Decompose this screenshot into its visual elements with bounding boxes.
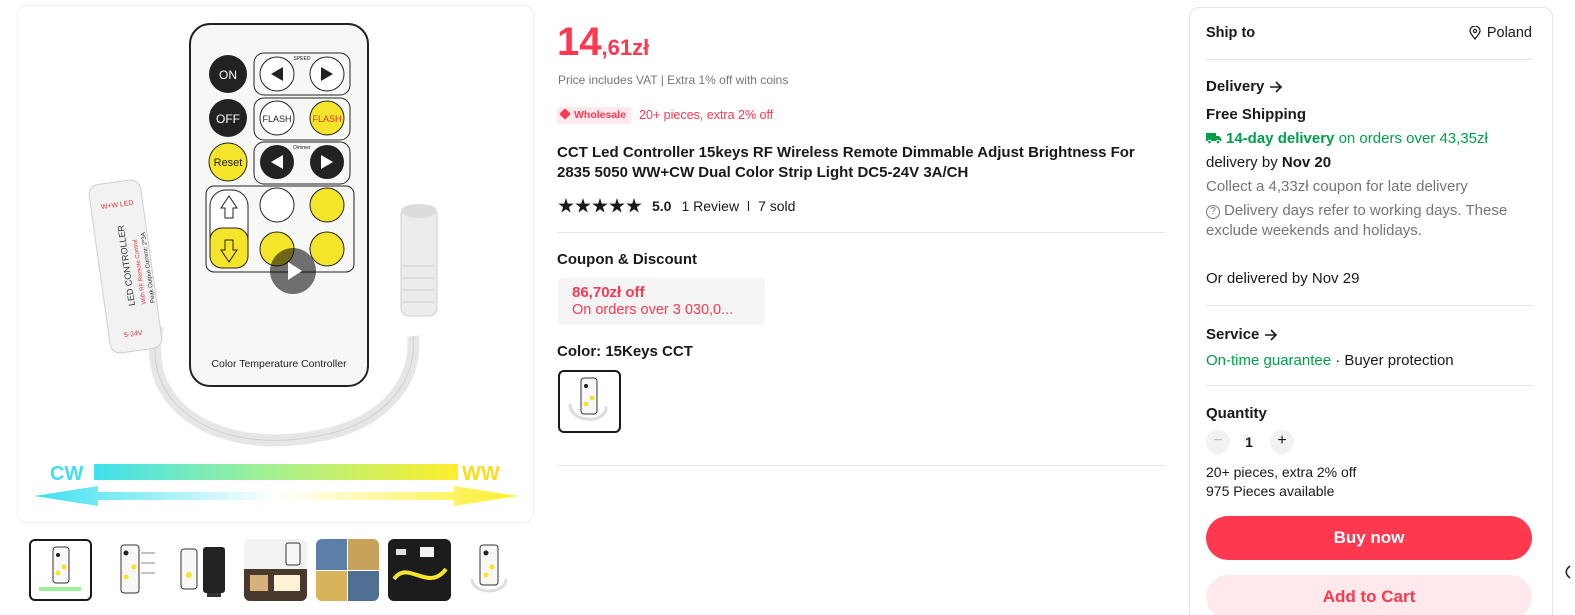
late-delivery-coupon: Collect a 4,33zł coupon for late deliver… xyxy=(1206,178,1468,195)
rating-score: 5.0 xyxy=(652,198,672,214)
remote-on-label: ON xyxy=(219,68,237,82)
delivery-heading[interactable]: Delivery xyxy=(1206,78,1283,95)
coupon-amount: 86,70zł off xyxy=(572,284,645,301)
delivery-heading-label: Delivery xyxy=(1206,78,1265,95)
thumbnail-7[interactable] xyxy=(460,539,523,601)
divider xyxy=(748,201,750,211)
divider xyxy=(557,232,1165,233)
ww-label: WW xyxy=(462,463,500,485)
divider xyxy=(1206,59,1532,60)
country-name: Poland xyxy=(1486,25,1532,41)
quantity-heading: Quantity xyxy=(1206,405,1267,422)
working-days-line-2: exclude weekends and holidays. xyxy=(1206,222,1422,239)
arrow-right-icon xyxy=(1270,80,1283,93)
stock-available: 975 Pieces available xyxy=(1206,483,1335,499)
wholesale-badge: Wholesale xyxy=(557,107,631,124)
star-icon xyxy=(609,198,625,213)
divider xyxy=(1206,305,1532,306)
quantity-decrease-button[interactable]: − xyxy=(1206,430,1230,454)
thumbnail-5[interactable] xyxy=(316,539,379,601)
remote-flash-label-2: FLASH xyxy=(312,114,341,124)
thumbnail-3[interactable] xyxy=(173,539,236,601)
thumbnail-4[interactable] xyxy=(244,539,307,601)
buyer-protection: Buyer protection xyxy=(1344,352,1454,369)
remote-dimmer-label: Dimmer xyxy=(293,145,311,151)
cw-label: CW xyxy=(50,463,83,485)
color-option-15keys-cct[interactable] xyxy=(558,370,621,433)
thumbnail-1[interactable] xyxy=(29,539,92,601)
star-icon xyxy=(592,198,608,213)
wholesale-text: 20+ pieces, extra 2% off xyxy=(639,108,774,122)
coupon-card[interactable]: 86,70zł off On orders over 3 030,0... xyxy=(558,278,765,325)
star-rating xyxy=(558,198,642,214)
price-integer: 14 xyxy=(557,20,602,64)
price-decimal: ,61zł xyxy=(601,35,650,60)
free-shipping: Free Shipping xyxy=(1206,106,1307,123)
arrow-right-icon xyxy=(1265,328,1278,341)
coupon-condition: On orders over 3 030,0... xyxy=(572,302,734,318)
star-icon xyxy=(575,198,591,213)
fast-delivery-line: 14-day delivery on orders over 43,35zł xyxy=(1206,127,1488,151)
bulk-discount-note: 20+ pieces, extra 2% off xyxy=(1206,464,1357,480)
scroll-handle-icon[interactable] xyxy=(1561,562,1575,582)
location-pin-icon xyxy=(1469,26,1481,40)
working-days-line-1: Delivery days refer to working days. The… xyxy=(1224,202,1508,219)
star-icon xyxy=(626,198,642,213)
divider xyxy=(1206,385,1532,386)
price-note: Price includes VAT | Extra 1% off with c… xyxy=(558,73,789,87)
buy-now-button[interactable]: Buy now xyxy=(1206,516,1532,560)
delivery-date: Nov 20 xyxy=(1281,154,1332,171)
product-price: 14,61zł xyxy=(557,20,649,65)
tag-icon xyxy=(559,108,571,120)
ship-to-label: Ship to xyxy=(1206,25,1256,41)
remote-flash-label-1: FLASH xyxy=(262,114,291,124)
remote-reset-label: Reset xyxy=(214,157,243,169)
thumbnail-6[interactable] xyxy=(388,539,451,601)
delivery-date-line: delivery by Nov 20 xyxy=(1206,151,1331,175)
play-video-button[interactable] xyxy=(270,248,316,294)
service-line: On-time guarantee · Buyer protection xyxy=(1206,349,1454,373)
fast-delivery-condition: on orders over 43,35zł xyxy=(1338,130,1488,147)
main-product-image[interactable]: W+W LED LED CONTROLLER With RF Remote Co… xyxy=(17,5,534,523)
on-time-guarantee: On-time guarantee xyxy=(1206,352,1332,369)
remote-off-label: OFF xyxy=(216,112,240,126)
purchase-panel: Ship to Poland Delivery Free Shipping 14… xyxy=(1189,7,1553,615)
coupon-section-title: Coupon & Discount xyxy=(557,251,697,268)
alt-delivery: Or delivered by Nov 29 xyxy=(1206,270,1360,287)
color-label: Color: 15Keys CCT xyxy=(557,343,693,360)
divider xyxy=(557,465,1165,466)
product-title: CCT Led Controller 15keys RF Wireless Re… xyxy=(557,144,1135,181)
wholesale-badge-label: Wholesale xyxy=(574,109,626,121)
truck-icon xyxy=(1206,133,1222,144)
product-page: W+W LED LED CONTROLLER With RF Remote Co… xyxy=(0,0,1575,615)
delivery-by-prefix: delivery by xyxy=(1206,154,1278,171)
star-icon xyxy=(558,198,574,213)
remote-footer-label: Color Temperature Controller xyxy=(211,358,347,370)
quantity-increase-button[interactable]: + xyxy=(1270,430,1294,454)
service-heading[interactable]: Service xyxy=(1206,326,1278,343)
question-icon: ? xyxy=(1206,205,1220,219)
ship-to-country[interactable]: Poland xyxy=(1469,25,1532,41)
dot-separator: · xyxy=(1335,352,1341,369)
reviews-link[interactable]: 1 Review xyxy=(681,198,739,214)
fast-delivery-label: 14-day delivery xyxy=(1226,130,1335,147)
rating-row: 5.0 1 Review 7 sold xyxy=(558,196,795,216)
thumbnail-2[interactable] xyxy=(105,539,168,601)
quantity-value[interactable]: 1 xyxy=(1244,434,1254,450)
remote-speed-label: SPEED xyxy=(294,56,311,62)
add-to-cart-button[interactable]: Add to Cart xyxy=(1206,575,1532,615)
sold-count: 7 sold xyxy=(758,198,796,214)
service-heading-label: Service xyxy=(1206,326,1260,343)
